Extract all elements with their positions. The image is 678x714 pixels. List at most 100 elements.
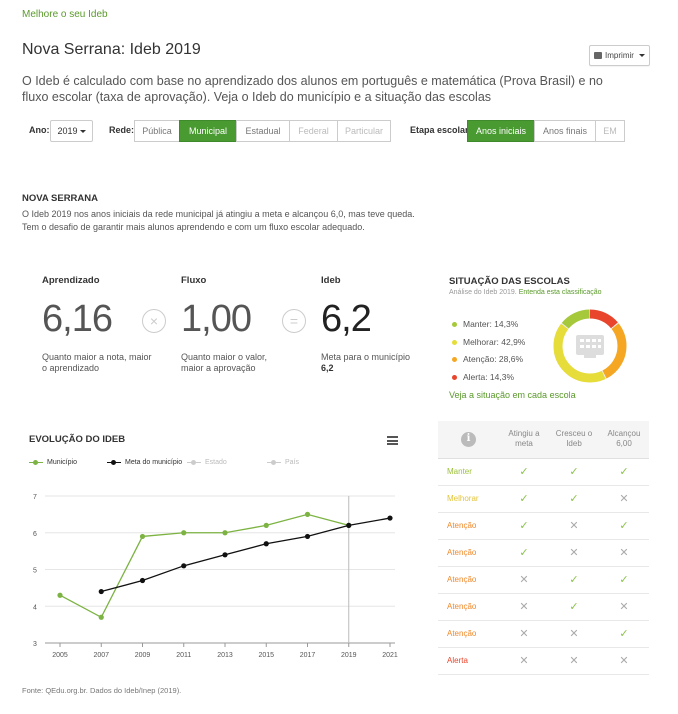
city-summary: O Ideb 2019 nos anos iniciais da rede mu… (22, 208, 482, 234)
row-status-label: Atenção (438, 566, 499, 594)
check-icon: ✓ (499, 458, 549, 486)
rede-estadual[interactable]: Estadual (236, 120, 290, 142)
chevron-down-icon (638, 54, 645, 57)
x-tick-label: 2009 (135, 652, 151, 659)
rede-publica[interactable]: Pública (134, 120, 180, 142)
data-point (304, 533, 311, 540)
equals-icon: = (282, 309, 306, 333)
check-icon: ✓ (499, 485, 549, 513)
x-tick-label: 2017 (300, 652, 316, 659)
rede-municipal[interactable]: Municipal (179, 120, 237, 142)
chart-title: EVOLUÇÃO DO IDEB (29, 434, 126, 445)
situacao-subtitle: Análise do Ideb 2019. Entenda esta class… (449, 289, 602, 296)
check-icon: ✓ (599, 620, 649, 648)
etapa-group: Anos iniciais Anos finais EM (467, 120, 625, 142)
x-tick-label: 2005 (52, 652, 68, 659)
y-tick-label: 5 (33, 568, 37, 575)
source-footer: Fonte: QEdu.org.br. Dados do Ideb/Inep (… (22, 686, 182, 695)
legend-text: Meta do município (125, 459, 183, 466)
legend-melhorar: Melhorar: 42,9% (452, 337, 525, 347)
cross-icon: ✕ (549, 620, 599, 648)
legend-estado[interactable]: Estado (187, 459, 227, 466)
data-point (387, 515, 393, 521)
etapa-anos-iniciais[interactable]: Anos iniciais (467, 120, 535, 142)
table-row: Atenção ✕ ✕ ✓ (438, 620, 649, 648)
legend-line (107, 460, 121, 464)
check-icon: ✓ (499, 539, 549, 567)
year-label: Ano: (29, 125, 50, 135)
rede-group: Pública Municipal Estadual Federal Parti… (134, 120, 391, 142)
row-status-label: Manter (438, 458, 499, 486)
aprendizado-label: Aprendizado (42, 275, 100, 286)
x-tick-label: 2011 (176, 652, 191, 659)
row-status-label: Atenção (438, 512, 499, 540)
info-icon[interactable]: i (461, 431, 476, 447)
cross-icon: ✕ (599, 539, 649, 567)
etapa-em[interactable]: EM (595, 120, 625, 142)
print-label: Imprimir (605, 51, 634, 60)
fluxo-value: 1,00 (181, 298, 252, 340)
ver-escolas-link[interactable]: Veja a situação em cada escola (449, 390, 576, 400)
year-select[interactable]: 2019 (50, 120, 93, 142)
legend-meta[interactable]: Meta do município (107, 459, 182, 466)
chart-menu-icon[interactable] (387, 436, 398, 445)
cross-icon: ✕ (499, 566, 549, 594)
legend-line (267, 460, 281, 464)
table-row: Atenção ✕ ✓ ✓ (438, 566, 649, 594)
legend-dot (452, 374, 457, 380)
rede-federal[interactable]: Federal (289, 120, 338, 142)
rede-particular[interactable]: Particular (337, 120, 391, 142)
check-icon: ✓ (499, 512, 549, 540)
legend-text: País (285, 459, 300, 466)
data-point (263, 522, 269, 528)
legend-text: Município (47, 459, 77, 466)
legend-pais[interactable]: País (267, 459, 299, 466)
times-icon: × (142, 309, 166, 333)
series-line (59, 513, 349, 619)
ideb-meta-label: Meta para o município (321, 352, 411, 362)
data-point (222, 552, 228, 558)
cross-icon: ✕ (499, 593, 549, 621)
legend-atencao: Atenção: 28,6% (452, 354, 523, 364)
check-icon: ✓ (549, 458, 599, 486)
row-status-label: Atenção (438, 539, 499, 567)
ideb-meta-value: 6,2 (321, 363, 334, 373)
cross-icon: ✕ (499, 620, 549, 648)
legend-dot (452, 356, 457, 362)
cross-icon: ✕ (599, 485, 649, 513)
entenda-link[interactable]: Entenda esta classificação (519, 289, 602, 296)
row-status-label: Melhorar (438, 485, 499, 513)
ideb-desc: Meta para o município 6,2 (321, 352, 431, 374)
row-status-label: Atenção (438, 620, 499, 648)
data-point (98, 614, 104, 620)
etapa-anos-finais[interactable]: Anos finais (534, 120, 596, 142)
legend-line (187, 460, 201, 464)
data-point (139, 577, 146, 584)
improve-ideb-link[interactable]: Melhore o seu Ideb (22, 9, 108, 20)
legend-municipio[interactable]: Município (29, 459, 77, 466)
evolution-chart: 3 4 5 6 7 2005 2007 2009 2011 2013 2015 2017 2019 202… (33, 494, 398, 659)
printer-icon (594, 52, 603, 59)
y-tick-label: 3 (33, 641, 37, 648)
rede-label: Rede: (109, 125, 135, 135)
situacao-title: SITUAÇÃO DAS ESCOLAS (449, 276, 570, 287)
city-summary-line: Tem o desafio de garantir mais alunos ap… (22, 222, 365, 232)
col-header: Cresceu o Ideb (549, 421, 599, 459)
table-row: Alerta ✕ ✕ ✕ (438, 647, 649, 675)
row-status-label: Alerta (438, 647, 499, 675)
x-tick-label: 2013 (217, 652, 233, 659)
row-status-label: Atenção (438, 593, 499, 621)
ideb-value: 6,2 (321, 298, 372, 340)
page-title: Nova Serrana: Ideb 2019 (22, 41, 201, 58)
legend-text: Alerta: 14,3% (463, 372, 515, 382)
cross-icon: ✕ (599, 647, 649, 675)
data-point (222, 530, 228, 536)
etapa-label: Etapa escolar: (410, 125, 472, 135)
data-point (139, 533, 146, 540)
print-button[interactable]: Imprimir (589, 45, 650, 66)
y-tick-label: 7 (33, 494, 37, 501)
cross-icon: ✕ (549, 647, 599, 675)
col-header: Alcançou 6,00 (599, 421, 649, 459)
x-tick-label: 2007 (93, 652, 109, 659)
check-icon: ✓ (549, 593, 599, 621)
